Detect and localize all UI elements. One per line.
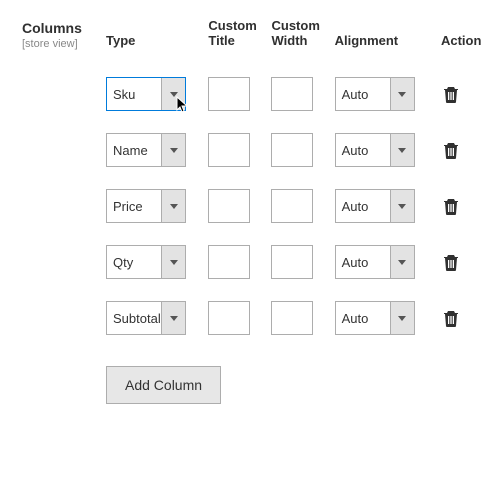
alignment-select-value: Auto	[336, 78, 390, 110]
type-select[interactable]: Qty	[106, 245, 186, 279]
delete-row-button[interactable]	[443, 253, 459, 271]
header-alignment: Alignment	[329, 18, 431, 66]
alignment-select-value: Auto	[336, 134, 390, 166]
chevron-down-icon[interactable]	[161, 246, 185, 278]
type-select-value: Qty	[107, 246, 161, 278]
type-select[interactable]: Price	[106, 189, 186, 223]
alignment-select[interactable]: Auto	[335, 77, 415, 111]
chevron-down-icon[interactable]	[390, 134, 414, 166]
trash-icon	[443, 197, 459, 215]
alignment-select[interactable]: Auto	[335, 301, 415, 335]
alignment-select[interactable]: Auto	[335, 245, 415, 279]
trash-icon	[443, 141, 459, 159]
table-row: Sku Auto	[100, 66, 490, 122]
trash-icon	[443, 85, 459, 103]
delete-row-button[interactable]	[443, 197, 459, 215]
chevron-down-icon[interactable]	[390, 246, 414, 278]
alignment-select-value: Auto	[336, 302, 390, 334]
chevron-down-icon[interactable]	[390, 190, 414, 222]
alignment-select[interactable]: Auto	[335, 189, 415, 223]
custom-width-input[interactable]	[271, 77, 313, 111]
trash-icon	[443, 309, 459, 327]
custom-width-input[interactable]	[271, 133, 313, 167]
type-select[interactable]: Sku	[106, 77, 186, 111]
trash-icon	[443, 253, 459, 271]
table-row: Qty Auto	[100, 234, 490, 290]
header-type: Type	[100, 18, 202, 66]
alignment-select-value: Auto	[336, 190, 390, 222]
table-row: Price Auto	[100, 178, 490, 234]
type-select-value: Price	[107, 190, 161, 222]
chevron-down-icon[interactable]	[161, 302, 185, 334]
chevron-down-icon[interactable]	[161, 78, 185, 110]
header-custom-width: Custom Width	[265, 18, 328, 66]
delete-row-button[interactable]	[443, 141, 459, 159]
delete-row-button[interactable]	[443, 309, 459, 327]
table-row: Subtotal Auto	[100, 290, 490, 346]
header-custom-title: Custom Title	[202, 18, 265, 66]
custom-title-input[interactable]	[208, 245, 250, 279]
type-select-value: Subtotal	[107, 302, 161, 334]
custom-title-input[interactable]	[208, 189, 250, 223]
header-action: Action	[431, 18, 490, 66]
custom-width-input[interactable]	[271, 189, 313, 223]
chevron-down-icon[interactable]	[161, 134, 185, 166]
chevron-down-icon[interactable]	[390, 302, 414, 334]
type-select-value: Sku	[107, 78, 161, 110]
chevron-down-icon[interactable]	[161, 190, 185, 222]
delete-row-button[interactable]	[443, 85, 459, 103]
columns-table: Type Custom Title Custom Width Alignment…	[100, 18, 490, 415]
alignment-select[interactable]: Auto	[335, 133, 415, 167]
custom-title-input[interactable]	[208, 301, 250, 335]
table-row: Name Auto	[100, 122, 490, 178]
add-column-button[interactable]: Add Column	[106, 366, 221, 404]
section-scope: [store view]	[22, 38, 100, 50]
custom-width-input[interactable]	[271, 245, 313, 279]
section-title: Columns	[22, 20, 100, 36]
type-select-value: Name	[107, 134, 161, 166]
custom-title-input[interactable]	[208, 133, 250, 167]
alignment-select-value: Auto	[336, 246, 390, 278]
chevron-down-icon[interactable]	[390, 78, 414, 110]
type-select[interactable]: Subtotal	[106, 301, 186, 335]
type-select[interactable]: Name	[106, 133, 186, 167]
custom-width-input[interactable]	[271, 301, 313, 335]
custom-title-input[interactable]	[208, 77, 250, 111]
mouse-cursor	[176, 96, 190, 114]
